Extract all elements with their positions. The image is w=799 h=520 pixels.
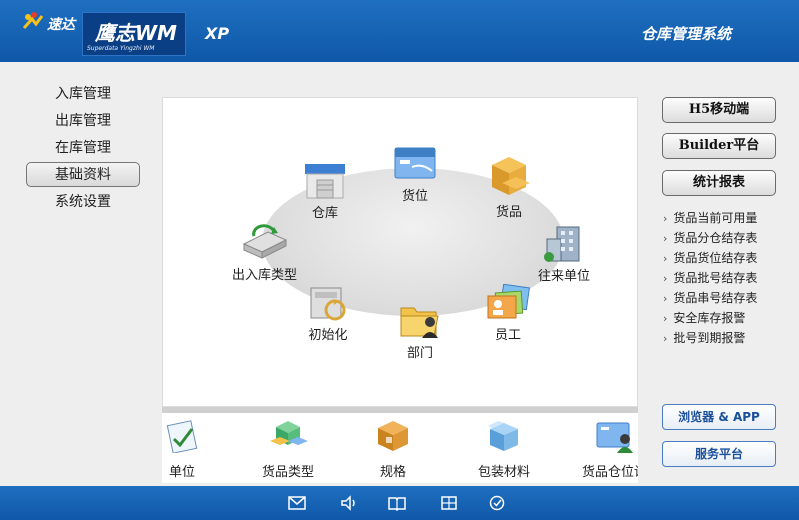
report-link-label: 货品货位结存表 [673,251,758,265]
packaging-icon [488,421,518,451]
node-init[interactable]: 初始化 [307,282,349,343]
inout-type-icon [242,224,287,259]
node-warehouse-label: 仓库 [311,206,338,221]
report-link-batch-expiry[interactable]: › 批号到期报警 [663,329,745,346]
goods-icon [492,157,530,195]
strip-item-goods-slot[interactable]: 货品仓位设 [582,419,638,480]
report-link-label: 货品当前可用量 [673,211,758,225]
report-link-warehouse-balance[interactable]: › 货品分仓结存表 [663,229,757,246]
init-icon [310,287,346,321]
brand-sub: Superdata Yingzhi WM [87,45,155,52]
chevron-right-icon: › [663,212,668,225]
nav-item-stock[interactable]: 在库管理 [26,136,140,161]
strip-item-goods-type[interactable]: 货品类型 [262,419,314,480]
h5-mobile-button[interactable]: H5移动端 [662,97,776,123]
report-link-label: 货品批号结存表 [673,271,758,285]
chevron-right-icon: › [663,332,668,345]
windows-icon[interactable] [440,495,458,511]
edition-label: XP [205,24,230,43]
report-link-serial-balance[interactable]: › 货品串号结存表 [663,289,757,306]
report-link-available[interactable]: › 货品当前可用量 [663,209,757,226]
strip-item-unit[interactable]: 单位 [164,419,200,480]
node-goods[interactable]: 货品 [486,155,532,220]
strip-item-goods-slot-label: 货品仓位设 [582,465,638,480]
brand-short: 速达 [47,17,75,33]
goods-slot-icon [596,422,633,453]
statistics-report-button[interactable]: 统计报表 [662,170,776,196]
chevron-right-icon: › [663,312,668,325]
chevron-right-icon: › [663,272,668,285]
node-employee[interactable]: 员工 [484,284,532,343]
nav-item-basic-data[interactable]: 基础资料 [26,162,140,187]
node-employee-label: 员工 [494,328,521,343]
nav-item-outbound[interactable]: 出库管理 [26,109,140,134]
app-footer [0,486,799,520]
report-link-safety-stock[interactable]: › 安全库存报警 [663,309,745,326]
strip-item-packaging-label: 包装材料 [478,465,531,480]
partner-building-icon [544,226,580,262]
node-init-label: 初始化 [308,328,348,343]
report-link-label: 批号到期报警 [673,331,746,345]
app-header: 速达 鹰志WM Superdata Yingzhi WM XP 仓库管理系统 [0,0,799,62]
nav-item-system-settings[interactable]: 系统设置 [26,190,140,215]
brand-logo: 鹰志WM Superdata Yingzhi WM [82,12,186,56]
spec-box-icon [378,421,408,451]
node-inout-type-label: 出入库类型 [232,268,298,283]
basic-data-strip: 单位 货品类型 规格 包装材料 货品仓位 [162,413,638,483]
strip-item-spec[interactable]: 规格 [374,419,412,480]
chevron-right-icon: › [663,292,668,305]
node-partner-label: 往来单位 [538,269,591,284]
strip-item-unit-label: 单位 [168,465,195,480]
report-link-batch-balance[interactable]: › 货品批号结存表 [663,269,757,286]
node-goods-label: 货品 [495,205,522,220]
node-department-label: 部门 [406,346,433,361]
node-warehouse[interactable]: 仓库 [303,160,347,221]
node-department[interactable]: 部门 [398,300,442,361]
report-link-label: 安全库存报警 [673,311,746,325]
chevron-right-icon: › [663,252,668,265]
department-folder-icon [400,307,439,338]
check-circle-icon[interactable] [488,495,506,511]
system-title: 仓库管理系统 [640,25,731,43]
node-location-label: 货位 [401,189,428,204]
browser-app-button[interactable]: 浏览器 & APP [662,404,776,430]
node-location[interactable]: 货位 [392,145,438,204]
nav-item-inbound[interactable]: 入库管理 [26,82,140,107]
strip-item-packaging[interactable]: 包装材料 [478,419,530,480]
chevron-right-icon: › [663,232,668,245]
unit-icon [166,420,198,454]
location-icon [394,147,436,179]
service-platform-button[interactable]: 服务平台 [662,441,776,467]
report-link-location-balance[interactable]: › 货品货位结存表 [663,249,757,266]
warehouse-icon [305,164,345,199]
speaker-icon[interactable] [340,495,358,511]
brand-main: 鹰志WM [95,21,177,45]
book-icon[interactable] [388,495,406,511]
report-link-label: 货品分仓结存表 [673,231,758,245]
goods-type-icon [270,421,308,445]
node-inout-type[interactable]: 出入库类型 [232,222,297,283]
report-link-label: 货品串号结存表 [673,291,758,305]
strip-item-goods-type-label: 货品类型 [262,465,315,480]
builder-platform-button[interactable]: Builder平台 [662,133,776,159]
employee-cards-icon [487,284,530,319]
mail-icon[interactable] [288,495,306,511]
node-partner[interactable]: 往来单位 [538,225,590,284]
superdata-logo-icon [22,12,44,29]
strip-item-spec-label: 规格 [379,465,406,480]
